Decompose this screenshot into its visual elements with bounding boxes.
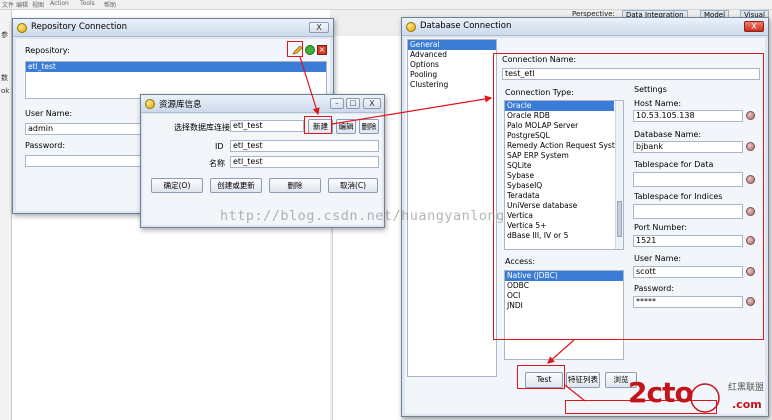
- brand-logo-text: 2cto: [628, 376, 694, 409]
- brand-logo-cn: 红黑联盟: [728, 383, 765, 393]
- watermark: http://blog.csdn.net/huangyanlong: [220, 208, 505, 224]
- brand-ring: [690, 383, 720, 413]
- arrow-test-to-result: [564, 384, 586, 402]
- brand-logo-com: .com: [732, 398, 762, 411]
- arrow-new-to-dbconn: [331, 95, 493, 125]
- arrow-edit-to-new: [299, 56, 320, 116]
- arrow-settings-to-test: [547, 339, 575, 364]
